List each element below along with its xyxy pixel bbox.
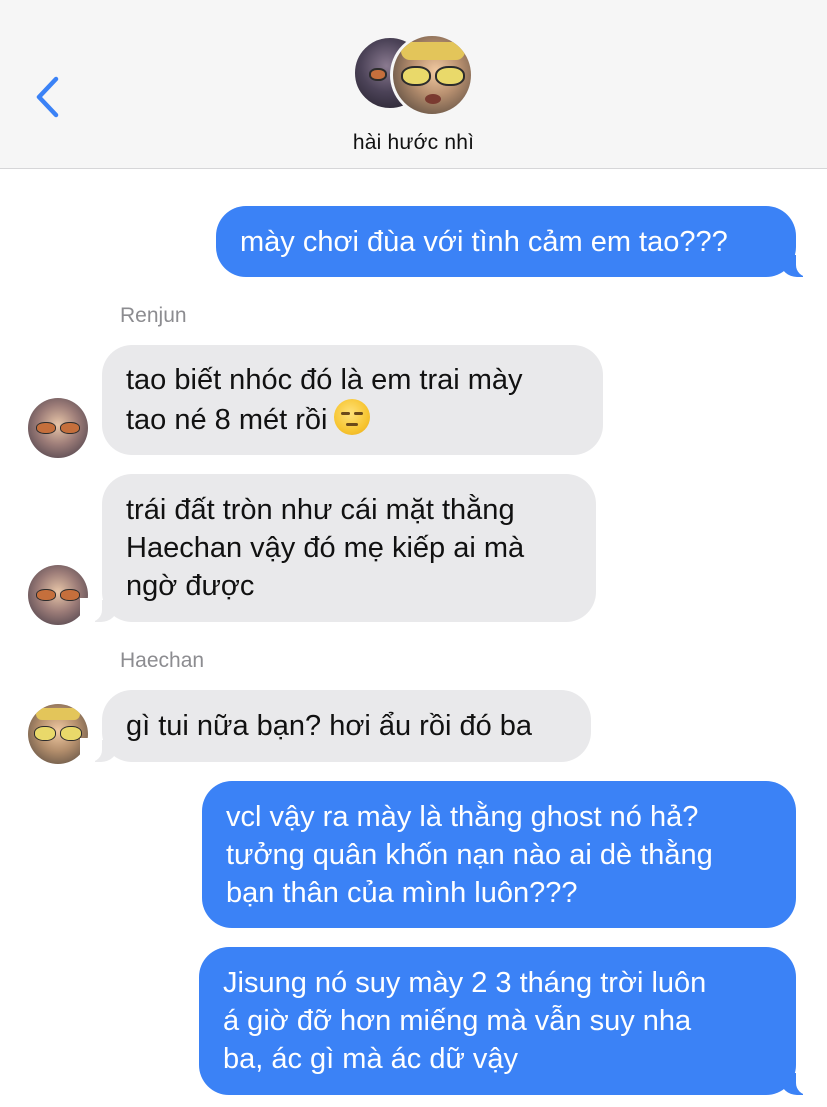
sender-avatar[interactable] (28, 398, 88, 458)
group-avatar[interactable] (352, 33, 476, 117)
message-bubble-outgoing[interactable]: vcl vậy ra mày là thằng ghost nó hả? tưở… (202, 781, 796, 928)
sender-name: Renjun (120, 304, 187, 327)
message-text-line: ngờ được (126, 570, 255, 602)
message-text-line: gì tui nữa bạn? hơi ẩu rồi đó ba (126, 710, 533, 742)
group-name[interactable]: hài hước nhì (0, 131, 827, 155)
message-text-line: ba, ác gì mà ác dữ vậy (223, 1043, 519, 1075)
message-text-line: trái đất tròn như cái mặt thằng (126, 494, 515, 526)
message-text-line: vcl vậy ra mày là thằng ghost nó hả? (226, 800, 699, 833)
message-bubble-incoming[interactable]: trái đất tròn như cái mặt thằng Haechan … (80, 474, 596, 622)
message-text-segment: tao né 8 mét rồi (126, 404, 328, 436)
message-bubble-outgoing[interactable]: mày chơi đùa với tình cảm em tao??? (216, 206, 818, 277)
message-text-line: tao biết nhóc đó là em trai mày (126, 364, 523, 396)
message-text-line: mày chơi đùa với tình cảm em tao??? (240, 225, 728, 258)
chevron-left-icon (36, 76, 59, 118)
sender-avatar[interactable] (28, 704, 88, 764)
message-text-line: tưởng quân khốn nạn nào ai dè thằng (226, 838, 713, 871)
message-bubble-incoming[interactable]: gì tui nữa bạn? hơi ẩu rồi đó ba (80, 690, 591, 762)
message-bubble-outgoing[interactable]: Jisung nó suy mày 2 3 tháng trời luôn á … (199, 947, 818, 1095)
message-text-line: Jisung nó suy mày 2 3 tháng trời luôn (223, 967, 707, 999)
message-text-line: bạn thân của mình luôn??? (226, 876, 578, 909)
conversation-header: hài hước nhì (0, 0, 827, 169)
unamused-face-icon (333, 399, 370, 435)
message-text-line: Haechan vậy đó mẹ kiếp ai mà (126, 532, 525, 564)
sender-avatar[interactable] (28, 565, 88, 625)
message-bubble-incoming[interactable]: tao biết nhóc đó là em trai mày tao né 8… (102, 345, 603, 455)
message-text-line: á giờ đỡ hơn miếng mà vẫn suy nha (223, 1005, 692, 1037)
member-avatar-haechan (390, 33, 474, 117)
back-button[interactable] (28, 72, 68, 122)
message-text-line: tao né 8 mét rồi (126, 399, 579, 439)
sender-name: Haechan (120, 649, 205, 672)
